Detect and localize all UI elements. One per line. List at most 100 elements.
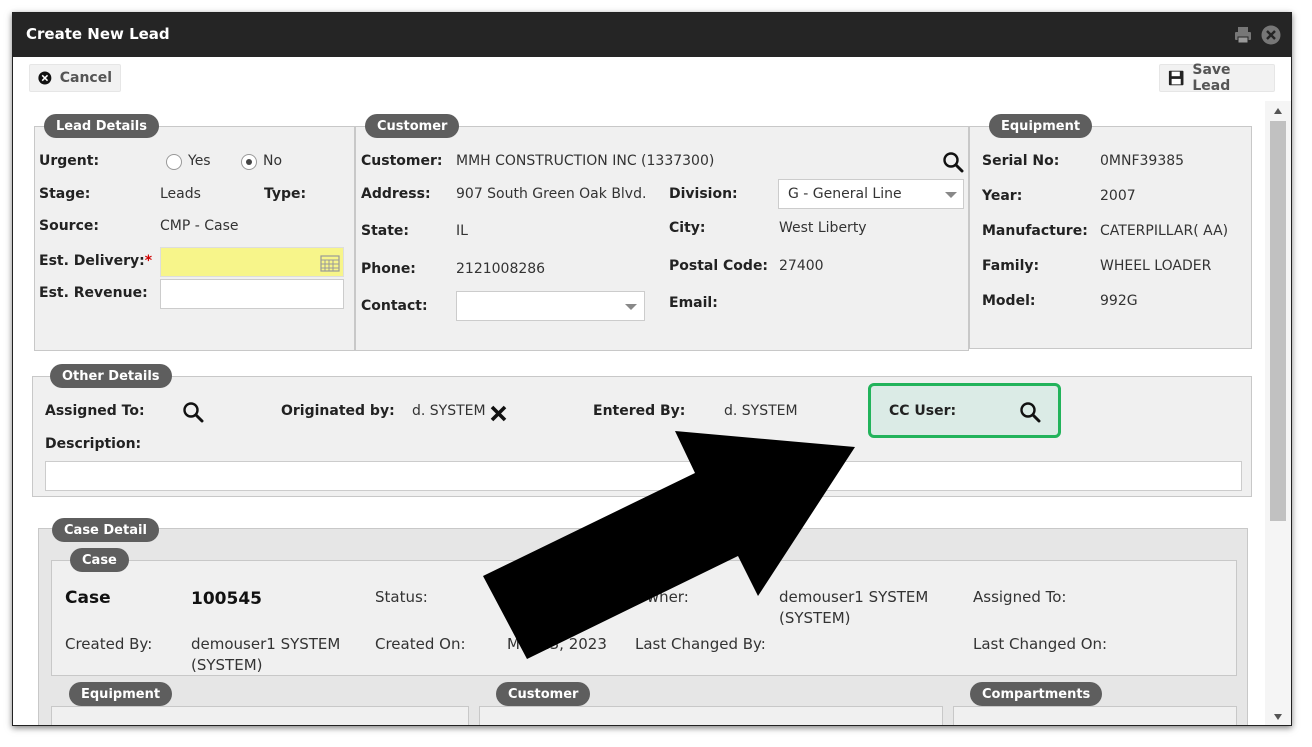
dialog-title: Create New Lead — [26, 25, 170, 43]
entered-by-label: Entered By: — [593, 403, 686, 419]
city-value: West Liberty — [779, 220, 867, 236]
state-value: IL — [456, 223, 468, 239]
customer-panel: Customer: MMH CONSTRUCTION INC (1337300)… — [355, 126, 969, 351]
originated-by-label: Originated by: — [281, 403, 395, 419]
customer-value: MMH CONSTRUCTION INC (1337300) — [456, 153, 715, 169]
case-subpanel: Case 100545 Status: Owner: demouser1 SYS… — [51, 560, 1237, 676]
entered-by-value: d. SYSTEM — [724, 403, 798, 419]
urgent-yes-radio[interactable] — [166, 154, 182, 170]
stage-value: Leads — [160, 186, 201, 202]
create-lead-dialog: Create New Lead Cancel Save Lead Urgent:… — [12, 12, 1292, 726]
year-label: Year: — [982, 188, 1023, 204]
case-detail-legend: Case Detail — [52, 518, 159, 542]
other-details-legend: Other Details — [50, 364, 172, 388]
stage-label: Stage: — [39, 186, 91, 202]
division-select[interactable]: G - General Line — [778, 179, 964, 209]
address-value: 907 South Green Oak Blvd. — [456, 186, 647, 202]
case-legend: Case — [70, 548, 129, 572]
case-detail-panel: Case 100545 Status: Owner: demouser1 SYS… — [38, 528, 1248, 725]
status-label: Status: — [375, 588, 428, 606]
customer-label: Customer: — [361, 153, 443, 169]
owner-value-line2: (SYSTEM) — [779, 609, 851, 627]
cancel-icon — [38, 71, 52, 85]
equipment-panel: Serial No: 0MNF39385 Year: 2007 Manufact… — [969, 126, 1252, 349]
equipment-legend: Equipment — [989, 114, 1093, 138]
scroll-down-icon[interactable] — [1274, 714, 1282, 720]
contact-select[interactable] — [456, 291, 645, 321]
model-label: Model: — [982, 293, 1036, 309]
case-customer-subpanel — [479, 706, 943, 725]
urgent-label: Urgent: — [39, 153, 100, 169]
type-label: Type: — [264, 186, 307, 202]
email-label: Email: — [669, 295, 718, 311]
save-lead-label: Save Lead — [1192, 62, 1231, 94]
cc-user-search-icon[interactable] — [1019, 401, 1041, 423]
phone-label: Phone: — [361, 261, 416, 277]
case-assigned-to-label: Assigned To: — [973, 588, 1067, 606]
created-on-label: Created On: — [375, 635, 466, 653]
cancel-button[interactable]: Cancel — [29, 64, 121, 92]
case-equipment-legend: Equipment — [69, 682, 173, 706]
urgent-yes-label: Yes — [188, 153, 211, 169]
state-label: State: — [361, 223, 410, 239]
last-changed-on-label: Last Changed On: — [973, 635, 1108, 653]
serial-label: Serial No: — [982, 153, 1060, 169]
description-label: Description: — [45, 436, 142, 452]
other-details-panel: Assigned To: Originated by: d. SYSTEM En… — [32, 376, 1252, 497]
year-value: 2007 — [1100, 188, 1136, 204]
remove-originator-icon[interactable] — [489, 404, 508, 423]
case-number: 100545 — [191, 589, 262, 609]
created-on-value: Mar 23, 2023 — [507, 635, 607, 653]
address-label: Address: — [361, 186, 431, 202]
chevron-down-icon — [625, 304, 637, 310]
lead-details-legend: Lead Details — [44, 114, 159, 138]
est-delivery-input[interactable] — [160, 247, 344, 277]
manufacture-label: Manufacture: — [982, 223, 1088, 239]
postal-code-value: 27400 — [779, 258, 824, 274]
postal-code-label: Postal Code: — [669, 258, 769, 274]
city-label: City: — [669, 220, 706, 236]
customer-search-icon[interactable] — [942, 151, 964, 173]
case-customer-legend: Customer — [496, 682, 591, 706]
assigned-to-search-icon[interactable] — [182, 401, 204, 423]
last-changed-by-label: Last Changed By: — [635, 635, 766, 653]
print-icon[interactable] — [1233, 25, 1253, 45]
owner-label: Owner: — [635, 588, 689, 606]
vertical-scrollbar[interactable] — [1265, 101, 1291, 725]
created-by-line2: (SYSTEM) — [191, 656, 263, 674]
cc-user-label: CC User: — [889, 403, 957, 419]
est-delivery-label: Est. Delivery:* — [39, 253, 153, 269]
urgent-no-radio[interactable] — [241, 154, 257, 170]
division-label: Division: — [669, 186, 738, 202]
source-value: CMP - Case — [160, 218, 239, 234]
customer-legend: Customer — [365, 114, 460, 138]
save-lead-button[interactable]: Save Lead — [1159, 62, 1275, 94]
lead-details-panel: Urgent: Yes No Stage: Leads Type: Source… — [34, 126, 355, 351]
case-equipment-subpanel — [51, 706, 469, 725]
model-value: 992G — [1100, 293, 1138, 309]
family-label: Family: — [982, 258, 1040, 274]
chevron-down-icon — [945, 192, 957, 198]
originated-by-value: d. SYSTEM — [412, 403, 486, 419]
case-compartments-subpanel — [953, 706, 1237, 725]
created-by-line1: demouser1 SYSTEM — [191, 635, 341, 653]
cc-user-field[interactable]: CC User: — [868, 383, 1061, 438]
case-compartments-legend: Compartments — [970, 682, 1103, 706]
created-by-label: Created By: — [65, 635, 153, 653]
close-icon[interactable] — [1261, 25, 1281, 45]
scroll-up-icon[interactable] — [1274, 108, 1282, 114]
owner-value-line1: demouser1 SYSTEM — [779, 588, 929, 606]
dialog-titlebar: Create New Lead — [13, 13, 1291, 57]
urgent-no-label: No — [263, 153, 283, 169]
toolbar: Cancel Save Lead — [13, 57, 1291, 101]
scroll-thumb[interactable] — [1270, 121, 1286, 521]
calendar-icon[interactable] — [320, 254, 340, 272]
case-label: Case — [65, 588, 111, 608]
source-label: Source: — [39, 218, 99, 234]
assigned-to-label: Assigned To: — [45, 403, 145, 419]
manufacture-value: CATERPILLAR( AA) — [1100, 223, 1229, 239]
cancel-label: Cancel — [59, 70, 112, 86]
est-revenue-input[interactable] — [160, 279, 344, 309]
contact-label: Contact: — [361, 298, 428, 314]
description-input[interactable] — [45, 461, 1242, 491]
